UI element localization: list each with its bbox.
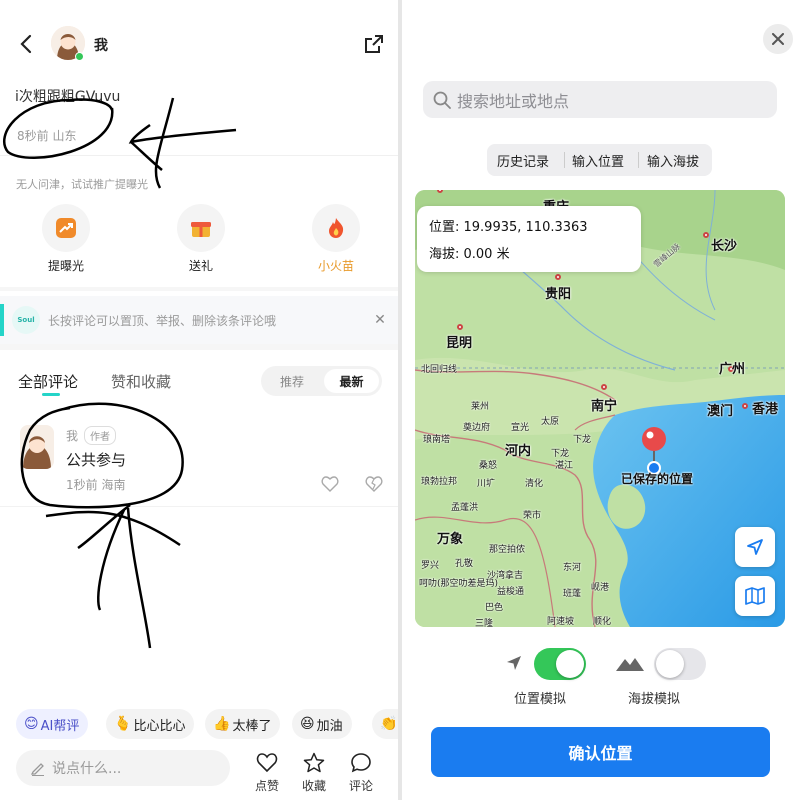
- comment-bubble-icon[interactable]: [349, 751, 373, 775]
- city-dot: [555, 274, 561, 280]
- map-label-yasothon: 益梭通: [497, 587, 525, 597]
- favorite-star-icon[interactable]: [302, 751, 326, 775]
- location-simulation-toggle[interactable]: [534, 648, 586, 680]
- quick-reply-great[interactable]: 👍 太棒了: [205, 709, 281, 739]
- pencil-icon: [30, 763, 44, 776]
- map-label-hongkong: 香港: [752, 402, 779, 417]
- map-label-korat: 呵叻(那空叻差是玛): [419, 579, 499, 589]
- navigation-arrow-icon: [747, 539, 763, 555]
- like-label: 点赞: [254, 779, 279, 793]
- altitude-simulation-toggle[interactable]: [654, 648, 706, 680]
- confirm-location-button[interactable]: 确认位置: [431, 727, 770, 777]
- map-label-macau: 澳门: [707, 404, 734, 419]
- altitude-readout: 海拔: 0.00 米: [429, 247, 510, 262]
- map-label-guiyang: 贵阳: [545, 287, 572, 302]
- finger-heart-icon: 🫰: [114, 716, 132, 732]
- segment-history[interactable]: 历史记录: [497, 144, 549, 176]
- position-readout: 位置: 19.9935, 110.3363: [429, 220, 588, 235]
- city-dot: [601, 384, 607, 390]
- location-pin-icon[interactable]: [641, 426, 667, 476]
- map-label-khonkaen: 孔敬: [455, 559, 474, 569]
- map-label-banphon: 班蓬: [563, 589, 582, 599]
- map-label-donghoi: 东河: [563, 563, 582, 573]
- comments-panel: 我 i次粗跟粗GVuvu 8秒前 山东 无人问津，试试推广提曝光 提曝光 送礼 …: [0, 0, 398, 800]
- map-label-vinh: 荣市: [523, 511, 542, 521]
- cheer-icon: 😆: [300, 716, 315, 732]
- comment-input-placeholder: 说点什么...: [52, 761, 122, 777]
- location-simulator-panel: 搜索地址或地点 历史记录 输入位置 输入海拔 长沙 雪峰山脉 贵阳 昆明 北回归…: [402, 0, 800, 800]
- map-label-attapeu: 阿速坡: [547, 617, 575, 627]
- search-icon: [433, 91, 451, 109]
- quick-reply-clap[interactable]: 👏: [372, 709, 398, 739]
- ai-icon: 😊: [24, 716, 39, 732]
- map-label-samlong: 三隆: [475, 619, 494, 627]
- clap-icon: 👏: [380, 716, 398, 732]
- segment-input-altitude[interactable]: 输入海拔: [647, 144, 699, 176]
- map-label-laizhou: 莱州: [471, 402, 490, 412]
- map-view[interactable]: 重庆 长沙 雪峰山脉 贵阳 昆明 北回归线 广州 南宁 澳门 香港 莱州 奠边府…: [415, 190, 785, 627]
- pin-label: 已保存的位置: [621, 472, 694, 486]
- coordinates-card: 位置: 19.9935, 110.3363 海拔: 0.00 米: [417, 206, 641, 272]
- quick-reply-ai[interactable]: 😊 AI帮评: [16, 709, 89, 739]
- city-dot: [742, 403, 748, 409]
- close-icon[interactable]: [763, 24, 793, 54]
- city-dot: [457, 324, 463, 330]
- city-dot: [703, 232, 709, 238]
- map-label-hanoi: 河内: [505, 444, 532, 459]
- map-label-tropic: 北回归线: [421, 365, 458, 375]
- search-input[interactable]: 搜索地址或地点: [423, 81, 777, 118]
- map-label-pakse: 巴色: [485, 603, 504, 613]
- favorite-label: 收藏: [301, 779, 326, 793]
- location-arrow-icon: [503, 652, 525, 674]
- map-icon: [745, 587, 765, 605]
- search-placeholder: 搜索地址或地点: [457, 91, 570, 111]
- map-label-phonhong: 孟蓬洪: [451, 503, 479, 513]
- map-label-vientiane: 万象: [437, 532, 464, 547]
- quick-reply-cheer[interactable]: 😆 加油: [292, 709, 352, 739]
- map-label-changsha: 长沙: [711, 239, 738, 254]
- map-label-thainguyen: 太原: [541, 417, 560, 427]
- hand-drawn-annotations: [2, 97, 237, 649]
- map-label-xiaping: 湛江: [555, 461, 574, 471]
- map-label-xiangkhouang: 川圹: [477, 479, 496, 489]
- map-label-nanning: 南宁: [591, 399, 618, 414]
- locate-me-button[interactable]: [735, 527, 775, 567]
- map-label-guangzhou: 广州: [719, 362, 746, 377]
- map-label-thanhhoa: 清化: [525, 479, 544, 489]
- map-label-luangnamtha: 琅南塔: [423, 435, 451, 445]
- comment-input[interactable]: 说点什么...: [16, 750, 230, 786]
- map-label-luoxing: 罗兴: [421, 561, 440, 571]
- map-label-dienbien: 奠边府: [463, 423, 491, 433]
- thumbs-up-icon: 👍: [213, 716, 231, 732]
- map-label-tuyenquang: 宣光: [511, 423, 530, 433]
- map-label-luangprabang: 琅勃拉邦: [421, 477, 458, 487]
- location-simulation-label: 位置模拟: [514, 692, 567, 707]
- altitude-simulation-label: 海拔模拟: [628, 692, 681, 707]
- quick-reply-heart[interactable]: 🫰 比心比心: [106, 709, 195, 739]
- map-label-nakhonphanom: 那空拍侬: [489, 545, 526, 555]
- mountain-icon: [615, 652, 645, 674]
- map-label-kunming: 昆明: [446, 336, 473, 351]
- segment-separator: [638, 152, 639, 168]
- comment-label: 评论: [348, 779, 373, 793]
- like-icon[interactable]: [255, 751, 279, 775]
- map-label-samneua: 桑怒: [479, 461, 498, 471]
- segment-separator: [564, 152, 565, 168]
- map-label-halong: 下龙: [573, 435, 592, 445]
- map-label-danang: 岘港: [591, 583, 610, 593]
- map-type-button[interactable]: [735, 576, 775, 616]
- segment-input-location[interactable]: 输入位置: [572, 144, 624, 176]
- map-label-hue: 顺化: [593, 617, 612, 627]
